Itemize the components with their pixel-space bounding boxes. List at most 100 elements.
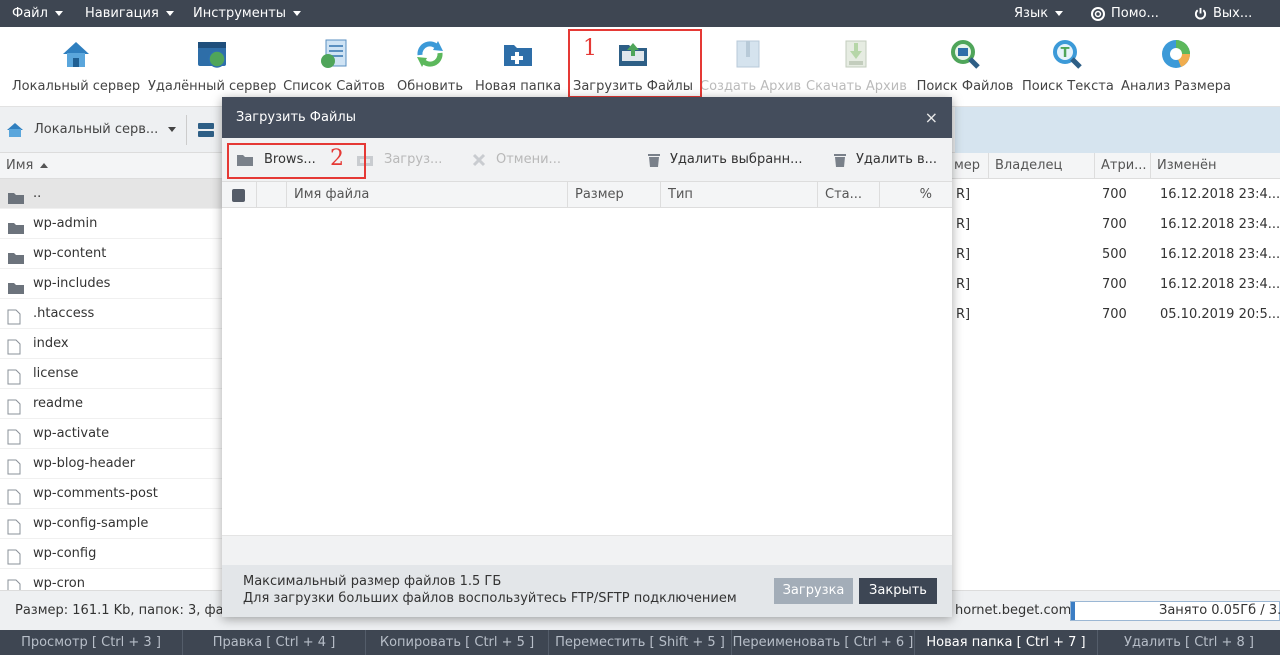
disk-quota-bar: Занято 0.05Гб / 3.0 — [1070, 601, 1280, 621]
file-row[interactable]: wp-config-sample — [0, 509, 222, 539]
dialog-title: Загрузить Файлы — [236, 110, 356, 125]
file-icon — [7, 577, 21, 590]
column-type[interactable]: Тип — [660, 182, 817, 208]
fkey-copy[interactable]: Копировать [ Ctrl + 5 ] — [366, 630, 549, 655]
fkey-new-folder[interactable]: Новая папка [ Ctrl + 7 ] — [915, 630, 1098, 655]
file-row[interactable]: wp-activate — [0, 419, 222, 449]
upload-button[interactable]: Загрузка — [774, 578, 853, 604]
toolbar-site-list[interactable]: Список Сайтов — [282, 27, 386, 99]
file-row[interactable]: wp-blog-header — [0, 449, 222, 479]
toolbar-local-server[interactable]: Локальный сервер — [10, 27, 142, 99]
select-all-checkbox[interactable] — [232, 189, 245, 202]
remote-cell-attr: 700 — [1102, 217, 1127, 232]
toolbar-file-search[interactable]: Поиск Файлов — [916, 27, 1014, 99]
close-icon[interactable]: × — [925, 97, 938, 138]
svg-text:T: T — [1061, 46, 1070, 61]
file-name: wp-config — [33, 546, 97, 561]
chevron-down-icon — [1055, 11, 1064, 16]
file-row[interactable]: wp-cron — [0, 569, 222, 590]
file-name: readme — [33, 396, 83, 411]
file-row[interactable]: wp-content — [0, 239, 222, 269]
column-status[interactable]: Ста... — [817, 182, 879, 208]
fkey-rename[interactable]: Переименовать [ Ctrl + 6 ] — [732, 630, 915, 655]
menu-tools[interactable]: Инструменты — [193, 0, 302, 27]
remote-cell-size: R] — [956, 217, 971, 232]
toolbar-download-archive[interactable]: Скачать Архив — [806, 27, 907, 99]
remote-cell-modified: 16.12.2018 23:4... — [1160, 187, 1280, 202]
file-row[interactable]: wp-config — [0, 539, 222, 569]
toolbar-refresh[interactable]: Обновить — [392, 27, 468, 99]
column-spacer — [256, 182, 286, 208]
file-list: .. wp-admin wp-content wp-includes .htaccess… — [0, 179, 222, 590]
status-host: hornet.beget.com — [955, 603, 1072, 618]
column-size-header[interactable]: мер — [952, 153, 988, 179]
file-row[interactable]: .htaccess — [0, 299, 222, 329]
fkey-edit[interactable]: Правка [ Ctrl + 4 ] — [183, 630, 366, 655]
disk-quota-text: Занято 0.05Гб / 3.0 — [1159, 603, 1280, 618]
top-menu-bar: Файл Навигация Инструменты Язык Помо... … — [0, 0, 1280, 27]
toolbar-new-folder[interactable]: Новая папка — [474, 27, 562, 99]
local-server-selector[interactable]: Локальный серв... — [6, 117, 178, 143]
file-row[interactable]: readme — [0, 389, 222, 419]
chevron-down-icon — [168, 127, 177, 132]
column-name-header[interactable]: Имя — [0, 153, 222, 179]
file-name: wp-includes — [33, 276, 111, 291]
status-summary: Размер: 161.1 Kb, папок: 3, файло — [15, 603, 249, 618]
text-search-icon: T — [1053, 40, 1082, 69]
menu-navigation[interactable]: Навигация — [85, 0, 174, 27]
toolbar-size-analysis[interactable]: Анализ Размера — [1120, 27, 1232, 99]
column-size[interactable]: Размер — [567, 182, 660, 208]
menu-file[interactable]: Файл — [12, 0, 63, 27]
file-row[interactable]: .. — [0, 179, 222, 209]
trash-icon — [834, 153, 846, 167]
max-size-text: Максимальный размер файлов 1.5 ГБ — [243, 574, 502, 589]
remote-cell-attr: 700 — [1102, 277, 1127, 292]
file-row[interactable]: wp-comments-post — [0, 479, 222, 509]
remote-cell-modified: 16.12.2018 23:4... — [1160, 217, 1280, 232]
lifebuoy-icon — [1091, 6, 1105, 21]
file-row[interactable]: wp-includes — [0, 269, 222, 299]
dialog-footer: Максимальный размер файлов 1.5 ГБ Для за… — [222, 565, 952, 617]
file-search-icon — [951, 40, 980, 69]
fkey-delete[interactable]: Удалить [ Ctrl + 8 ] — [1098, 630, 1280, 655]
remote-cell-attr: 700 — [1102, 307, 1127, 322]
menu-help[interactable]: Помо... — [1091, 0, 1159, 27]
column-attributes-header[interactable]: Атри... — [1094, 153, 1150, 179]
site-list-icon — [321, 39, 347, 68]
column-modified-header[interactable]: Изменён — [1150, 153, 1280, 179]
upload-grid-footer — [222, 535, 952, 565]
file-name: wp-blog-header — [33, 456, 136, 471]
column-owner-header[interactable]: Владелец — [988, 153, 1094, 179]
file-name: license — [33, 366, 79, 381]
delete-selected-button[interactable]: Удалить выбранн... — [648, 138, 803, 182]
upload-start-button[interactable]: Загруз... — [356, 138, 442, 182]
file-name: wp-cron — [33, 576, 85, 590]
menu-logout[interactable]: Вых... — [1194, 0, 1252, 27]
file-row[interactable]: license — [0, 359, 222, 389]
toolbar-create-archive[interactable]: Создать Архив — [700, 27, 801, 99]
fkey-view[interactable]: Просмотр [ Ctrl + 3 ] — [0, 630, 183, 655]
disk-quota-fill — [1071, 602, 1075, 620]
delete-all-button[interactable]: Удалить в... — [834, 138, 937, 182]
download-archive-icon — [845, 40, 867, 68]
home-icon — [7, 122, 23, 137]
file-row[interactable]: wp-admin — [0, 209, 222, 239]
file-row[interactable]: index — [0, 329, 222, 359]
remote-cell-modified: 16.12.2018 23:4... — [1160, 247, 1280, 262]
power-icon — [1194, 7, 1207, 20]
remote-cell-attr: 500 — [1102, 247, 1127, 262]
menu-language[interactable]: Язык — [1014, 0, 1064, 27]
toolbar-remote-server[interactable]: Удалённый сервер — [148, 27, 276, 99]
refresh-icon — [417, 41, 443, 67]
chevron-down-icon — [54, 11, 63, 16]
remote-cell-size: R] — [956, 307, 971, 322]
dialog-title-bar: Загрузить Файлы × — [222, 97, 952, 138]
fkey-move[interactable]: Переместить [ Shift + 5 ] — [549, 630, 732, 655]
toolbar-text-search[interactable]: T Поиск Текста — [1022, 27, 1114, 99]
file-name: wp-admin — [33, 216, 98, 231]
column-filename[interactable]: Имя файла — [286, 182, 567, 208]
column-percent[interactable]: % — [879, 182, 952, 208]
new-folder-icon — [504, 45, 532, 66]
close-button[interactable]: Закрыть — [859, 578, 937, 604]
cancel-upload-button[interactable]: Отмени... — [472, 138, 561, 182]
